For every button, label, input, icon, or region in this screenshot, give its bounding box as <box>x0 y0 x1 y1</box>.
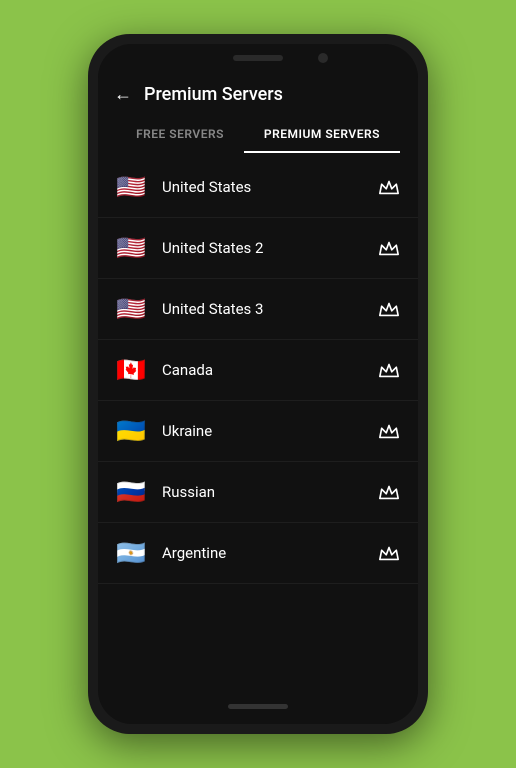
server-name: United States 2 <box>162 239 378 257</box>
server-flag: 🇺🇸 <box>116 234 146 262</box>
server-flag: 🇷🇺 <box>116 478 146 506</box>
phone-top-bar <box>98 44 418 72</box>
server-name: Russian <box>162 483 378 501</box>
phone-camera <box>318 53 328 63</box>
server-name: Ukraine <box>162 422 378 440</box>
tab-premium-servers[interactable]: PREMIUM SERVERS <box>244 117 400 153</box>
home-indicator <box>228 704 288 709</box>
server-flag: 🇺🇸 <box>116 173 146 201</box>
server-flag: 🇦🇷 <box>116 539 146 567</box>
back-button[interactable]: ← <box>114 84 132 105</box>
crown-icon <box>378 178 400 196</box>
crown-icon <box>378 483 400 501</box>
server-name: Canada <box>162 361 378 379</box>
crown-icon <box>378 544 400 562</box>
server-item[interactable]: 🇦🇷 Argentine <box>98 523 418 584</box>
crown-icon <box>378 422 400 440</box>
server-item[interactable]: 🇨🇦 Canada <box>98 340 418 401</box>
page-title: Premium Servers <box>144 84 283 105</box>
server-name: United States <box>162 178 378 196</box>
phone-bottom-bar <box>98 688 418 724</box>
server-flag: 🇨🇦 <box>116 356 146 384</box>
server-item[interactable]: 🇺🇸 United States 2 <box>98 218 418 279</box>
crown-icon <box>378 361 400 379</box>
crown-icon <box>378 239 400 257</box>
server-item[interactable]: 🇺🇦 Ukraine <box>98 401 418 462</box>
server-item[interactable]: 🇺🇸 United States 3 <box>98 279 418 340</box>
server-name: Argentine <box>162 544 378 562</box>
tab-bar: FREE SERVERS PREMIUM SERVERS <box>98 117 418 153</box>
app-content: ← Premium Servers FREE SERVERS PREMIUM S… <box>98 72 418 688</box>
server-name: United States 3 <box>162 300 378 318</box>
app-header: ← Premium Servers <box>98 72 418 117</box>
crown-icon <box>378 300 400 318</box>
phone-screen: ← Premium Servers FREE SERVERS PREMIUM S… <box>98 44 418 724</box>
tab-free-servers[interactable]: FREE SERVERS <box>116 117 244 153</box>
server-item[interactable]: 🇷🇺 Russian <box>98 462 418 523</box>
server-flag: 🇺🇸 <box>116 295 146 323</box>
server-item[interactable]: 🇺🇸 United States <box>98 157 418 218</box>
phone-speaker <box>233 55 283 61</box>
phone-device: ← Premium Servers FREE SERVERS PREMIUM S… <box>88 34 428 734</box>
server-list: 🇺🇸 United States 🇺🇸 United States 2 🇺🇸 United… <box>98 153 418 688</box>
server-flag: 🇺🇦 <box>116 417 146 445</box>
